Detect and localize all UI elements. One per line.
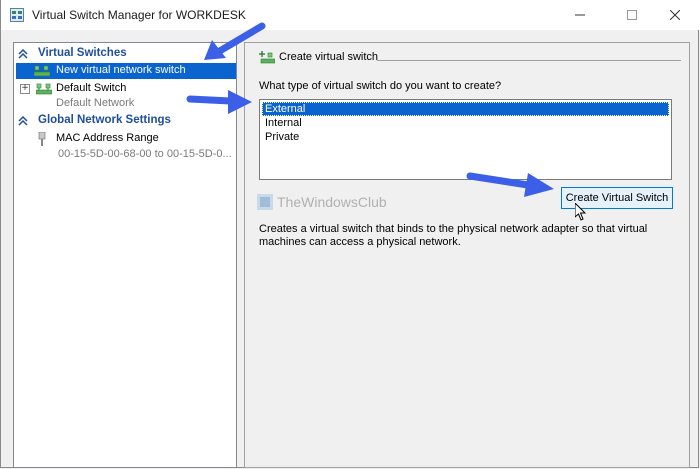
maximize-button[interactable] (609, 0, 655, 30)
switch-type-option-internal[interactable]: Internal (262, 116, 669, 130)
title-bar: Virtual Switch Manager for WORKDESK (1, 0, 700, 30)
mac-address-range-item[interactable]: MAC Address Range (36, 131, 236, 147)
default-network-label: Default Network (56, 97, 135, 109)
annotation-arrow-icon (186, 90, 252, 114)
collapse-chevron-icon (18, 49, 28, 59)
annotation-arrow-icon (466, 172, 554, 197)
expand-plus-icon[interactable]: + (20, 84, 30, 94)
mac-address-range-label: MAC Address Range (56, 132, 159, 144)
mac-range-value: 00-15-5D-00-68-00 to 00-15-5D-0... (58, 148, 232, 160)
new-virtual-network-switch-label: New virtual network switch (56, 64, 186, 76)
network-plug-icon (38, 132, 46, 146)
switch-type-description: Creates a virtual switch that binds to t… (259, 223, 648, 248)
close-icon (670, 10, 680, 20)
new-network-switch-icon (34, 65, 50, 77)
switch-manager-app-icon (10, 8, 24, 22)
watermark-logo-icon (257, 194, 273, 210)
maximize-icon (627, 10, 637, 20)
new-virtual-network-switch-item[interactable]: New virtual network switch (16, 63, 236, 79)
virtual-switches-header-label: Virtual Switches (38, 47, 127, 59)
minimize-icon (575, 14, 585, 16)
mouse-pointer-icon (575, 203, 587, 221)
annotation-arrow-icon (204, 22, 266, 60)
switch-type-option-external[interactable]: External (262, 102, 669, 116)
collapse-chevron-icon (18, 116, 28, 126)
close-button[interactable] (652, 0, 698, 30)
global-network-settings-header-label: Global Network Settings (38, 114, 171, 126)
switch-type-option-private[interactable]: Private (262, 130, 669, 144)
group-title: Create virtual switch (279, 51, 379, 63)
create-virtual-switch-panel: Create virtual switch What type of virtu… (244, 42, 690, 468)
default-switch-label: Default Switch (56, 82, 127, 94)
group-divider (377, 60, 681, 61)
virtual-switch-manager-window: Virtual Switch Manager for WORKDESK Virt… (0, 0, 700, 468)
minimize-button[interactable] (557, 0, 603, 30)
switch-type-question: What type of virtual switch do you want … (259, 80, 502, 92)
network-switch-icon (36, 83, 52, 95)
watermark-text: TheWindowsClub (277, 194, 387, 210)
watermark: TheWindowsClub (257, 190, 387, 214)
